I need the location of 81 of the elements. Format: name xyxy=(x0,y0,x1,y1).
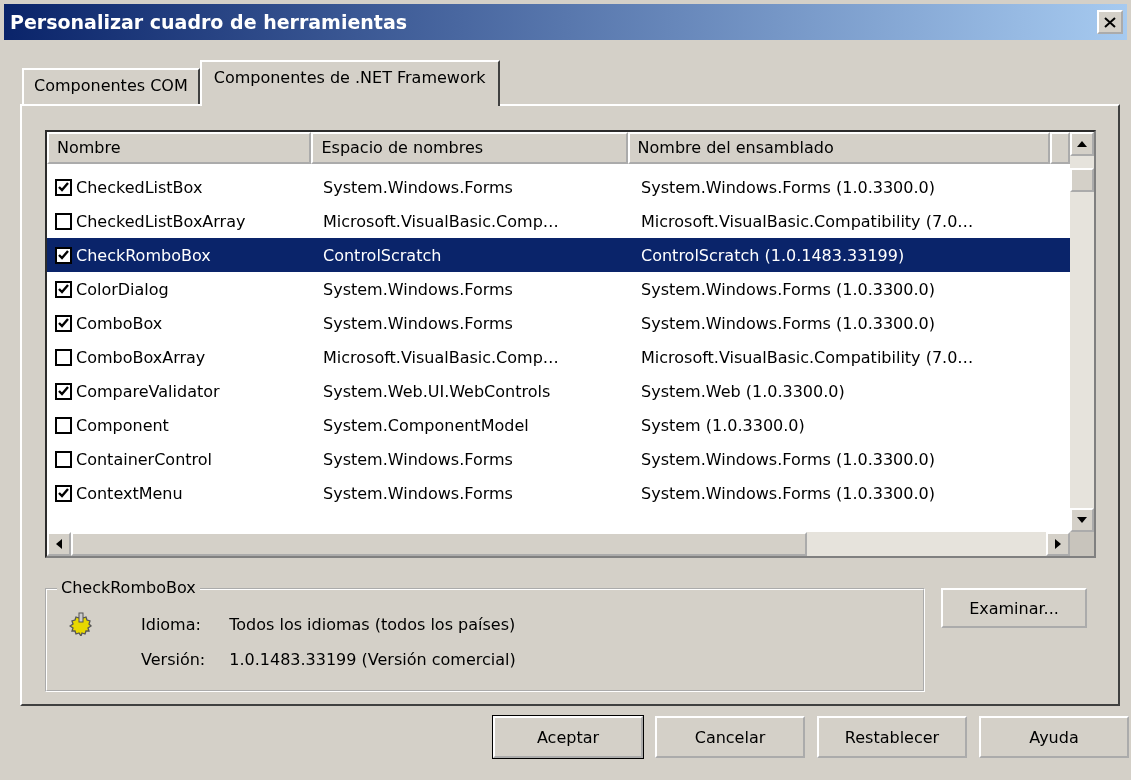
table-cell: System.ComponentModel xyxy=(323,415,529,435)
column-header[interactable]: Nombre del ensamblado xyxy=(627,132,1050,164)
scroll-thumb[interactable] xyxy=(71,532,807,556)
table-cell: System.Windows.Forms (1.0.3300.0) xyxy=(641,279,935,299)
list-row[interactable]: CompareValidator System.Web.UI.WebControls System.Web (1.0.3300.0) xyxy=(47,374,1070,408)
triangle-right-icon xyxy=(1055,539,1061,549)
triangle-down-icon xyxy=(1077,517,1087,523)
scroll-thumb[interactable] xyxy=(1070,168,1094,192)
table-cell: System.Web.UI.WebControls xyxy=(323,381,551,401)
field-value: 1.0.1483.33199 (Versión comercial) xyxy=(229,650,517,669)
list-row[interactable]: ColorDialog System.Windows.Forms System.Windows.Forms (1.0.3300.0) xyxy=(47,272,1070,306)
selected-row[interactable]: CheckRomboBox ControlScratch ControlScratch (1.0.1483.33199) xyxy=(47,238,1070,272)
scroll-up-button[interactable] xyxy=(1070,132,1094,156)
table-cell: ControlScratch (1.0.1483.33199) xyxy=(641,245,905,265)
checkbox[interactable] xyxy=(55,178,72,196)
checkbox[interactable] xyxy=(55,246,72,264)
table-cell: System.Windows.Forms (1.0.3300.0) xyxy=(641,483,935,503)
checkbox[interactable] xyxy=(55,416,72,434)
dialog-button[interactable]: Cancelar xyxy=(655,716,805,758)
checkbox[interactable] xyxy=(55,382,72,400)
table-cell: System.Windows.Forms (1.0.3300.0) xyxy=(641,313,935,333)
tab[interactable]: Componentes COM xyxy=(22,68,200,104)
tab[interactable]: Componentes de .NET Framework xyxy=(199,60,500,106)
checkbox[interactable] xyxy=(55,484,72,502)
table-cell: System.Windows.Forms (1.0.3300.0) xyxy=(641,449,935,469)
table-cell: CheckedListBoxArray xyxy=(76,211,246,231)
table-cell: System.Windows.Forms xyxy=(323,279,513,299)
field-value: Todos los idiomas (todos los países) xyxy=(229,614,517,634)
table-cell: Component xyxy=(76,415,169,435)
dialog-button[interactable]: Restablecer xyxy=(817,716,967,758)
list-row[interactable]: ComboBoxArray Microsoft.VisualBasic.Comp… Microsoft.VisualBasic.Compatibility (7.0… xyxy=(47,340,1070,374)
checkbox[interactable] xyxy=(55,348,72,366)
table-cell: Microsoft.VisualBasic.Comp… xyxy=(323,347,559,367)
table-cell: ControlScratch xyxy=(323,245,442,265)
triangle-up-icon xyxy=(1077,141,1087,147)
table-cell: System.Windows.Forms xyxy=(323,313,513,333)
field-label: Versión: xyxy=(140,650,206,669)
table-cell: Microsoft.VisualBasic.Comp… xyxy=(323,211,559,231)
table-cell: Microsoft.VisualBasic.Compatibility (7.0… xyxy=(641,211,974,231)
window-title: Personalizar cuadro de herramientas xyxy=(10,11,408,33)
table-cell: System.Windows.Forms xyxy=(323,177,513,197)
field-label: Idioma: xyxy=(140,614,202,634)
triangle-left-icon xyxy=(56,539,62,549)
list-row[interactable]: ContainerControl System.Windows.Forms System.Windows.Forms (1.0.3300.0) xyxy=(47,442,1070,476)
close-icon xyxy=(1104,16,1116,28)
checkbox[interactable] xyxy=(55,314,72,332)
checkbox[interactable] xyxy=(55,212,72,230)
table-cell: System.Windows.Forms (1.0.3300.0) xyxy=(641,177,935,197)
checkbox[interactable] xyxy=(55,280,72,298)
scroll-left-button[interactable] xyxy=(47,532,71,556)
scrollbar-corner xyxy=(1070,532,1094,556)
table-cell: Microsoft.VisualBasic.Compatibility (7.0… xyxy=(641,347,974,367)
list-row[interactable]: CheckedListBox System.Windows.Forms System.Windows.Forms (1.0.3300.0) xyxy=(47,170,1070,204)
table-cell: System (1.0.3300.0) xyxy=(641,415,805,435)
list-row[interactable]: ComboBox System.Windows.Forms System.Windows.Forms (1.0.3300.0) xyxy=(47,306,1070,340)
table-cell: CompareValidator xyxy=(76,381,220,401)
list-row[interactable]: CheckedListBoxArray Microsoft.VisualBasic.Comp… Microsoft.VisualBasic.Compatibility (7.0… xyxy=(47,204,1070,238)
dialog-button[interactable]: Aceptar xyxy=(493,716,643,758)
column-header[interactable]: Nombre xyxy=(47,132,312,164)
list-row[interactable]: ContextMenu System.Windows.Forms System.Windows.Forms (1.0.3300.0) xyxy=(47,476,1070,510)
browse-button[interactable]: Examinar... xyxy=(941,588,1087,628)
table-cell: ContainerControl xyxy=(76,449,213,469)
table-cell: ComboBox xyxy=(76,313,163,333)
table-cell: System.Windows.Forms xyxy=(323,483,513,503)
table-cell: CheckRomboBox xyxy=(76,245,211,265)
table-cell: ColorDialog xyxy=(76,279,169,299)
table-cell: ContextMenu xyxy=(76,483,183,503)
gear-icon xyxy=(69,612,93,636)
column-header[interactable]: Espacio de nombres xyxy=(311,132,628,164)
list-row[interactable]: Component System.ComponentModel System (1.0.3300.0) xyxy=(47,408,1070,442)
table-cell: CheckedListBox xyxy=(76,177,203,197)
dialog-button[interactable]: Ayuda xyxy=(979,716,1129,758)
table-cell: System.Windows.Forms xyxy=(323,449,513,469)
scroll-right-button[interactable] xyxy=(1046,532,1070,556)
close-button[interactable] xyxy=(1097,10,1123,34)
vertical-scrollbar[interactable] xyxy=(1070,132,1094,532)
table-cell: System.Web (1.0.3300.0) xyxy=(641,381,845,401)
checkbox[interactable] xyxy=(55,450,72,468)
scroll-down-button[interactable] xyxy=(1070,508,1094,532)
horizontal-scrollbar[interactable] xyxy=(47,532,1094,556)
table-cell: ComboBoxArray xyxy=(76,347,206,367)
